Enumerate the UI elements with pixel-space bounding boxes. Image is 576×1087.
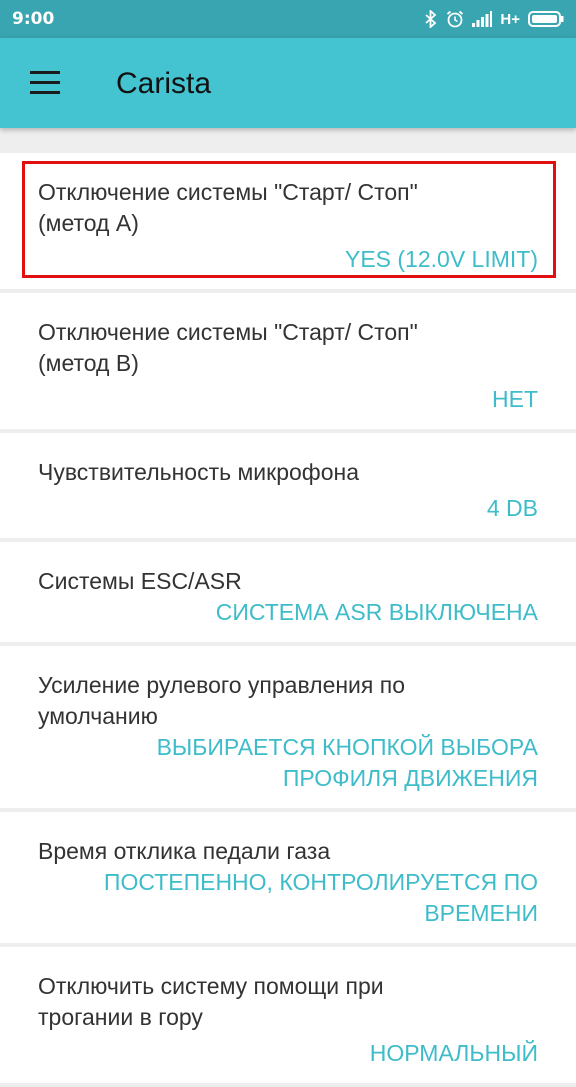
setting-value: ПОСТЕПЕННО, КОНТРОЛИРУЕТСЯ ПО ВРЕМЕНИ [103,869,538,926]
setting-value: СИСТЕМА ASR ВЫКЛЮЧЕНА [215,599,538,625]
bluetooth-icon [424,10,438,28]
setting-item-steering-assist[interactable]: Усиление рулевого управления по умолчани… [0,646,576,808]
setting-item-start-stop-a[interactable]: Отключение системы "Старт/ Стоп" (метод … [0,153,576,289]
status-bar: 9:00 H+ [0,0,576,38]
settings-list: Отключение системы "Старт/ Стоп" (метод … [0,153,576,1087]
network-type-label: H+ [500,10,520,28]
setting-item-throttle-response[interactable]: Время отклика педали газа ПОСТЕПЕННО, КО… [0,812,576,943]
battery-icon [528,10,564,28]
setting-value: НОРМАЛЬНЫЙ [369,1040,538,1066]
app-bar: Carista [0,38,576,128]
alarm-icon [446,10,464,28]
setting-label: Чувствительность микрофона [38,459,360,485]
status-icons: H+ [424,10,564,28]
setting-label: Время отклика педали газа [38,838,331,864]
hamburger-menu-icon[interactable] [28,71,62,95]
setting-label: Отключение системы "Старт/ Стоп" (метод … [38,179,418,236]
setting-value: ВЫБИРАЕТСЯ КНОПКОЙ ВЫБОРА ПРОФИЛЯ ДВИЖЕН… [156,734,538,791]
setting-value: YES (12.0V LIMIT) [344,246,538,272]
setting-item-hill-start-assist[interactable]: Отключить систему помощи при трогании в … [0,947,576,1083]
app-title: Carista [116,67,212,100]
signal-icon [472,11,493,27]
setting-value: НЕТ [492,386,538,412]
setting-label: Системы ESC/ASR [38,568,242,594]
setting-value: 4 DB [486,495,538,521]
setting-item-microphone-sensitivity[interactable]: Чувствительность микрофона 4 DB [0,433,576,538]
setting-label: Усиление рулевого управления по умолчани… [38,672,406,729]
setting-item-esc-asr[interactable]: Системы ESC/ASR СИСТЕМА ASR ВЫКЛЮЧЕНА [0,542,576,642]
status-time: 9:00 [12,9,55,29]
setting-label: Отключение системы "Старт/ Стоп" (метод … [38,319,418,376]
setting-item-start-stop-b[interactable]: Отключение системы "Старт/ Стоп" (метод … [0,293,576,429]
